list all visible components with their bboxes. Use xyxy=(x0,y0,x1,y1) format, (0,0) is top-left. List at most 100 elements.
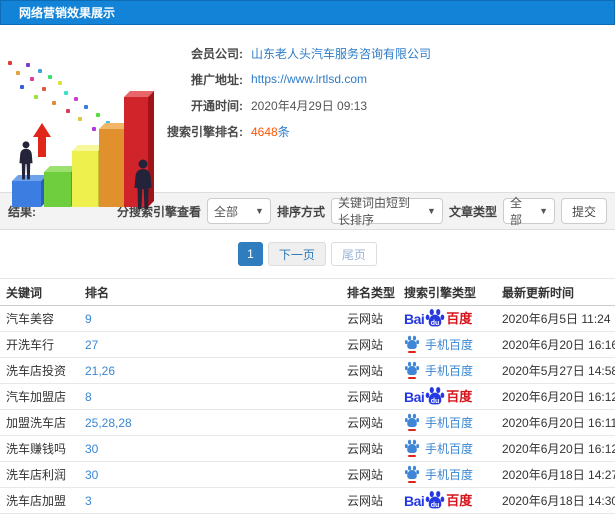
confetti-dots xyxy=(8,61,12,65)
engine-type-cell: 手机百度 xyxy=(400,461,498,488)
updated-cell: 2020年5月27日 14:58 xyxy=(498,357,615,384)
pagination: 1 下一页 尾页 xyxy=(0,230,615,278)
businessman-left-icon xyxy=(19,141,33,180)
rank-cell[interactable]: 9 xyxy=(85,305,343,332)
baidu-logo: Bai du 百度 xyxy=(404,308,472,329)
table-row: 洗车赚钱吗 30 云网站 手机百度 2020年6月20日 16:12 xyxy=(0,435,615,462)
engine-type-cell: Bai du 百度 xyxy=(400,487,498,514)
mobile-baidu-paw-icon xyxy=(404,335,420,353)
keyword-cell: 洗车店利润 xyxy=(0,461,85,488)
next-page-button[interactable]: 下一页 xyxy=(267,242,326,266)
updated-cell: 2020年6月18日 14:27 xyxy=(498,461,615,488)
engine-type-cell: 手机百度 xyxy=(400,331,498,358)
rank-cell[interactable]: 8 xyxy=(85,383,343,410)
col-header-rank-type: 排名类型 xyxy=(343,278,400,306)
mobile-baidu-logo: 手机百度 xyxy=(404,439,473,457)
rank-type-cell: 云网站 xyxy=(343,409,400,436)
updated-cell: 2020年6月20日 16:12 xyxy=(498,435,615,462)
rank-cell[interactable]: 21,26 xyxy=(85,357,343,384)
businessman-right-icon xyxy=(134,159,152,209)
results-table: 关键词 排名 排名类型 搜索引擎类型 最新更新时间 汽车美容 9 云网站 Bai… xyxy=(0,278,615,514)
baidu-paw-icon: du xyxy=(426,490,445,509)
rank-type-cell: 云网站 xyxy=(343,461,400,488)
mobile-baidu-paw-icon xyxy=(404,465,420,483)
rank-type-cell: 云网站 xyxy=(343,435,400,462)
keyword-cell: 洗车店投资 xyxy=(0,357,85,384)
updated-cell: 2020年6月20日 16:11 xyxy=(498,409,615,436)
chevron-down-icon: ▼ xyxy=(255,206,264,216)
rank-type-cell: 云网站 xyxy=(343,305,400,332)
bar-blue xyxy=(12,175,47,207)
table-row: 开洗车行 27 云网站 手机百度 2020年6月20日 16:16 xyxy=(0,331,615,358)
keyword-cell: 汽车美容 xyxy=(0,305,85,332)
last-page-button[interactable]: 尾页 xyxy=(330,242,377,266)
updated-cell: 2020年6月20日 16:12 xyxy=(498,383,615,410)
bar-yellow xyxy=(72,145,104,207)
promo-url-link[interactable]: https://www.lrtlsd.com xyxy=(251,72,367,86)
page-title: 网络营销效果展示 xyxy=(19,6,116,20)
updated-cell: 2020年6月5日 11:24 xyxy=(498,305,615,332)
keyword-cell: 加盟洗车店 xyxy=(0,409,85,436)
table-row: 洗车店投资 21,26 云网站 手机百度 2020年5月27日 14:58 xyxy=(0,357,615,384)
col-header-rank: 排名 xyxy=(85,278,343,306)
col-header-keyword: 关键词 xyxy=(0,278,85,306)
keyword-cell: 洗车赚钱吗 xyxy=(0,435,85,462)
mobile-baidu-paw-icon xyxy=(404,361,420,379)
keyword-cell: 洗车店加盟 xyxy=(0,487,85,514)
page-button-1[interactable]: 1 xyxy=(238,242,263,266)
mobile-baidu-paw-icon xyxy=(404,413,420,431)
rank-cell[interactable]: 30 xyxy=(85,461,343,488)
filter-controls: 分搜索引擎查看 全部 ▼ 排序方式 关键词由短到长排序 ▼ 文章类型 全部 ▼ … xyxy=(117,196,607,227)
rank-count-number: 4648 xyxy=(251,124,278,139)
updated-cell: 2020年6月20日 16:16 xyxy=(498,331,615,358)
table-row: 汽车美容 9 云网站 Bai du 百度 2020年6月5日 11:24 xyxy=(0,305,615,332)
engine-select[interactable]: 全部 ▼ xyxy=(206,198,271,224)
baidu-logo: Bai du 百度 xyxy=(404,490,472,511)
mobile-baidu-logo: 手机百度 xyxy=(404,361,473,379)
rank-count-unit: 条 xyxy=(277,124,290,139)
rank-cell[interactable]: 25,28,28 xyxy=(85,409,343,436)
bar-orange xyxy=(99,123,130,207)
chevron-down-icon: ▼ xyxy=(539,206,548,216)
table-header-row: 关键词 排名 排名类型 搜索引擎类型 最新更新时间 xyxy=(0,278,615,306)
table-row: 汽车加盟店 8 云网站 Bai du 百度 2020年6月20日 16:12 xyxy=(0,383,615,410)
rank-cell[interactable]: 27 xyxy=(85,331,343,358)
open-time-value: 2020年4月29日 09:13 xyxy=(251,98,368,113)
rank-type-cell: 云网站 xyxy=(343,357,400,384)
engine-type-cell: 手机百度 xyxy=(400,435,498,462)
sort-label: 排序方式 xyxy=(276,204,325,219)
mobile-baidu-logo: 手机百度 xyxy=(404,413,473,431)
bar-green xyxy=(44,166,77,207)
baidu-paw-icon: du xyxy=(426,386,445,405)
mobile-baidu-paw-icon xyxy=(404,439,420,457)
svg-text:du: du xyxy=(431,320,440,327)
submit-button[interactable]: 提交 xyxy=(560,198,607,224)
engine-type-cell: 手机百度 xyxy=(400,409,498,436)
rank-type-cell: 云网站 xyxy=(343,383,400,410)
updated-cell: 2020年6月18日 14:30 xyxy=(498,487,615,514)
baidu-paw-icon: du xyxy=(426,308,445,327)
page: 网络营销效果展示 会员公司: 山东老人头汽车服务咨询有限公司 推广地址: htt… xyxy=(0,0,615,520)
col-header-engine-type: 搜索引擎类型 xyxy=(400,278,498,306)
rank-type-cell: 云网站 xyxy=(343,487,400,514)
title-bar: 网络营销效果展示 xyxy=(0,0,615,25)
sort-select[interactable]: 关键词由短到长排序 ▼ xyxy=(330,196,443,227)
col-header-updated: 最新更新时间 xyxy=(498,278,615,306)
table-row: 洗车店利润 30 云网站 手机百度 2020年6月18日 14:27 xyxy=(0,461,615,488)
baidu-logo: Bai du 百度 xyxy=(404,386,472,407)
article-type-select[interactable]: 全部 ▼ xyxy=(502,196,555,227)
engine-type-cell: Bai du 百度 xyxy=(400,383,498,410)
engine-type-cell: 手机百度 xyxy=(400,357,498,384)
info-section: 会员公司: 山东老人头汽车服务咨询有限公司 推广地址: https://www.… xyxy=(0,25,615,209)
company-link[interactable]: 山东老人头汽车服务咨询有限公司 xyxy=(251,45,431,62)
svg-text:du: du xyxy=(431,502,440,509)
rank-cell[interactable]: 3 xyxy=(85,487,343,514)
sort-select-value: 关键词由短到长排序 xyxy=(337,196,410,227)
table-body: 汽车美容 9 云网站 Bai du 百度 2020年6月5日 11:24 开洗车… xyxy=(0,305,615,514)
mobile-baidu-logo: 手机百度 xyxy=(404,465,473,483)
table-row: 加盟洗车店 25,28,28 云网站 手机百度 2020年6月20日 16:11 xyxy=(0,409,615,436)
bar-chart-illustration xyxy=(0,53,182,219)
rank-cell[interactable]: 30 xyxy=(85,435,343,462)
rank-type-cell: 云网站 xyxy=(343,331,400,358)
mobile-baidu-logo: 手机百度 xyxy=(404,335,473,353)
